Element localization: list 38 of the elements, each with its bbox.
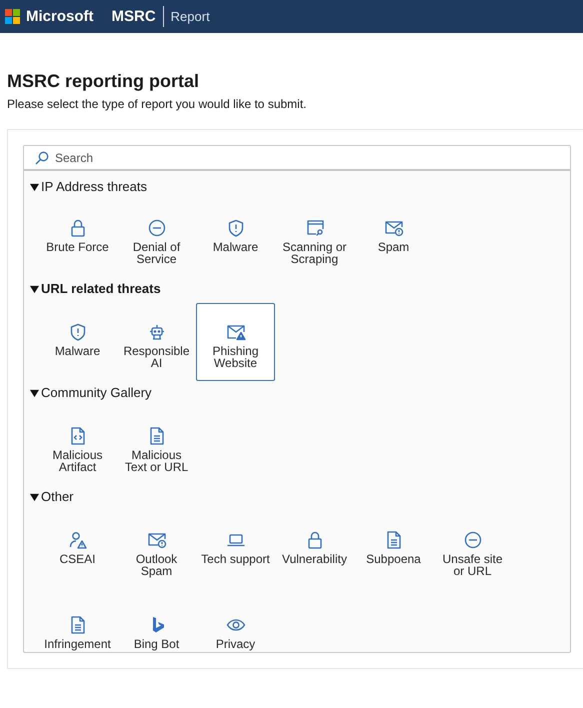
report-type-tile[interactable]: Unsafe site or URL (433, 511, 512, 589)
section-name: Report (170, 9, 210, 24)
minus-circle-icon (146, 218, 166, 238)
report-type-tile[interactable]: Spam (354, 199, 433, 277)
report-type-tile[interactable]: Tech support (196, 511, 275, 589)
group-header[interactable]: IP Address threats (30, 179, 147, 195)
caret-icon (30, 284, 39, 294)
brand-name[interactable]: Microsoft (26, 8, 94, 25)
report-type-tile[interactable]: Subpoena (354, 511, 433, 589)
report-type-tile[interactable]: Denial of Service (117, 199, 196, 277)
report-type-tile[interactable]: Scanning or Scraping (275, 199, 354, 277)
report-type-tile[interactable]: CSEAI (38, 511, 117, 589)
browser-search-icon (304, 218, 324, 238)
product-name[interactable]: MSRC (112, 8, 156, 25)
group-header[interactable]: Community Gallery (30, 385, 152, 401)
report-type-tile[interactable]: Malware (38, 303, 117, 381)
page-subtitle: Please select the type of report you would like to submit. (7, 96, 308, 112)
page-title: MSRC reporting portal (7, 70, 200, 92)
report-type-tile[interactable]: Malicious Artifact (38, 407, 117, 485)
report-type-tile[interactable]: Bing Bot (117, 596, 196, 669)
report-type-tile[interactable]: Infringement (38, 596, 117, 669)
group-header[interactable]: Other (30, 489, 74, 505)
microsoft-logo-icon[interactable] (5, 9, 20, 24)
caret-icon (30, 492, 39, 502)
report-type-tile[interactable]: Malicious Text or URL (117, 407, 196, 485)
minus-circle-icon (462, 530, 482, 550)
report-type-tile[interactable]: Responsible AI (117, 303, 196, 381)
caret-icon (30, 388, 39, 398)
person-warning-icon (68, 530, 88, 550)
group-header[interactable]: URL related threats (30, 281, 161, 297)
report-type-tile[interactable]: Vulnerability (275, 511, 354, 589)
search-icon (35, 150, 49, 164)
report-type-tile[interactable]: Privacy (196, 596, 275, 669)
report-type-tile[interactable]: Outlook Spam (117, 511, 196, 589)
report-type-tile[interactable]: Brute Force (38, 199, 117, 277)
report-type-tile[interactable]: Malware (196, 199, 275, 277)
caret-icon (30, 182, 39, 192)
report-type-tile[interactable]: Phishing Website (196, 303, 275, 381)
